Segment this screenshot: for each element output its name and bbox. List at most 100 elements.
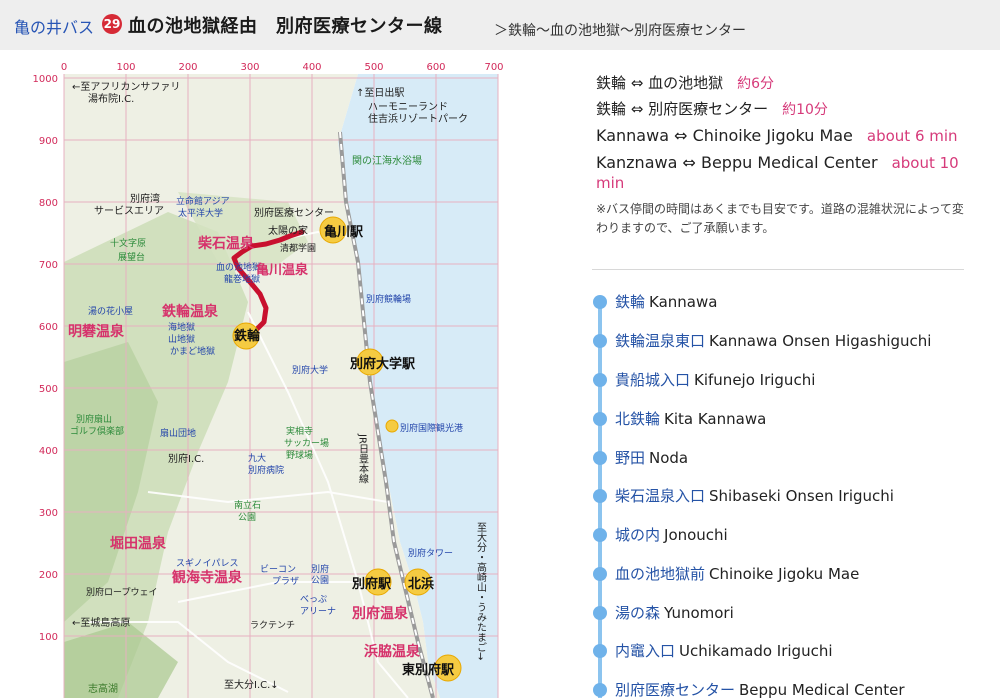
stop-name-jp[interactable]: 城の内: [615, 526, 660, 544]
stop-name-en: Beppu Medical Center: [739, 681, 905, 698]
stop-name-jp[interactable]: 北鉄輪: [615, 410, 660, 428]
map-label: 山地獄: [168, 333, 195, 345]
stop-name-en: Uchikamado Iriguchi: [679, 642, 833, 660]
stop-name-en: Noda: [649, 449, 689, 467]
map-label: 公園: [238, 512, 256, 523]
stop-name-jp[interactable]: 鉄輪: [615, 293, 645, 311]
map-label: 別府病院: [248, 464, 284, 476]
map-label: 十文字原: [110, 237, 146, 249]
bus-stop-item[interactable]: 野田 Noda: [590, 442, 980, 472]
bus-stop-item[interactable]: 柴石温泉入口 Shibaseki Onsen Iriguchi: [590, 480, 980, 510]
map-label: べっぷ: [300, 594, 327, 605]
map-label: ラクテンチ: [250, 620, 295, 631]
bus-stop-item[interactable]: 城の内 Jonouchi: [590, 519, 980, 549]
stop-dot-icon: [593, 683, 607, 697]
y-tick: 300: [39, 508, 58, 519]
travel-time-segment: 鉄輪 ⇔ 別府医療センター: [596, 100, 769, 118]
stop-name-jp[interactable]: 血の池地獄前: [615, 565, 705, 583]
route-map: 0 100 200 300 400 500 600 700 1000 900 8…: [28, 62, 508, 698]
map-label: 別府ロープウェイ: [86, 586, 157, 598]
stop-name-jp[interactable]: 貴船城入口: [615, 371, 690, 389]
map-label: 立命館アジア: [176, 195, 230, 207]
map-label: ハーモニーランド: [368, 101, 448, 113]
station-label: 鉄輪: [234, 328, 261, 344]
map-label: プラザ: [272, 576, 299, 587]
stop-name-jp[interactable]: 野田: [615, 449, 645, 467]
map-label: ゴルフ倶楽部: [70, 425, 124, 437]
onsen-label: 観海寺温泉: [172, 569, 243, 586]
port-marker: [385, 419, 399, 433]
travel-time-duration: 約10分: [782, 102, 828, 118]
map-label: 志高湖: [88, 682, 118, 695]
stop-dot-icon: [593, 644, 607, 658]
map-label: 海地獄: [168, 321, 195, 333]
map-label: 湯の花小屋: [88, 305, 133, 317]
bus-stop-item[interactable]: 血の池地獄前 Chinoike Jigoku Mae: [590, 558, 980, 588]
map-label: 南立石: [234, 499, 261, 511]
onsen-label: 明礬温泉: [68, 323, 125, 340]
x-tick: 300: [240, 62, 259, 73]
bus-stop-item[interactable]: 鉄輪 Kannawa: [590, 286, 980, 316]
map-label: 実相寺: [286, 425, 313, 437]
travel-time-segment: 鉄輪 ⇔ 血の池地獄: [596, 74, 724, 92]
map-label: ←至城島高原: [72, 616, 130, 629]
map-label: 別府扇山: [76, 413, 112, 425]
route-map-svg: 0 100 200 300 400 500 600 700 1000 900 8…: [33, 62, 504, 698]
bus-stop-item[interactable]: 北鉄輪 Kita Kannawa: [590, 403, 980, 433]
map-label: ビーコン: [260, 564, 296, 575]
y-tick: 100: [39, 632, 58, 643]
travel-time-segment: Kannawa ⇔ Chinoike Jigoku Mae: [596, 126, 853, 145]
onsen-label: 別府温泉: [351, 605, 409, 622]
map-label: 扇山団地: [160, 427, 196, 439]
y-tick: 200: [39, 570, 58, 581]
stop-name-en: Chinoike Jigoku Mae: [709, 565, 860, 583]
travel-time-note: ※バス停間の時間はあくまでも目安です。道路の混雑状況によって変わりますので、ご了…: [596, 202, 964, 235]
stop-dot-icon: [593, 606, 607, 620]
stop-name-jp[interactable]: 内竈入口: [615, 642, 675, 660]
map-label: 野球場: [286, 449, 313, 461]
page-title: 血の池地獄経由 別府医療センター線: [128, 16, 443, 37]
stop-name-jp[interactable]: 鉄輪温泉東口: [615, 332, 705, 350]
station-label: 亀川駅: [324, 224, 364, 240]
stop-name-jp[interactable]: 柴石温泉入口: [615, 487, 705, 505]
onsen-label: 柴石温泉: [197, 235, 255, 252]
map-label: 清都学園: [280, 242, 316, 254]
x-tick: 0: [61, 62, 67, 73]
stop-name-jp[interactable]: 別府医療センター: [615, 681, 735, 698]
stop-dot-icon: [593, 489, 607, 503]
x-tick: 200: [178, 62, 197, 73]
map-label: 別府国際観光港: [400, 422, 463, 434]
map-label: 至大分・高崎山・うみたまご→: [475, 522, 487, 661]
brand-link[interactable]: 亀の井バス: [14, 14, 94, 38]
onsen-label: 鉄輪温泉: [162, 303, 219, 320]
x-tick: 700: [484, 62, 503, 73]
map-label: 別府湾: [130, 192, 160, 205]
map-label: スギノイパレス: [176, 558, 238, 569]
bus-stop-item[interactable]: 湯の森 Yunomori: [590, 597, 980, 627]
map-label: 別府I.C.: [168, 452, 204, 465]
map-label: 龍巻地獄: [224, 273, 260, 285]
bus-stop-item[interactable]: 内竈入口 Uchikamado Iriguchi: [590, 635, 980, 665]
stop-dot-icon: [593, 295, 607, 309]
onsen-label: 堀田温泉: [110, 535, 167, 552]
travel-time-row: Kanznawa ⇔ Beppu Medical Center about 10 …: [596, 153, 968, 193]
station-label: 東別府駅: [402, 662, 455, 678]
station-label: 別府駅: [351, 576, 392, 592]
stop-dot-icon: [593, 528, 607, 542]
stop-dot-icon: [593, 412, 607, 426]
stop-dot-icon: [593, 373, 607, 387]
map-label: 別府医療センター: [254, 206, 334, 219]
bus-stop-item[interactable]: 別府医療センター Beppu Medical Center: [590, 674, 980, 698]
stop-name-jp[interactable]: 湯の森: [615, 604, 660, 622]
stop-name-en: Kannawa: [649, 293, 718, 311]
divider: [592, 269, 964, 270]
map-label: 血の池地獄: [216, 261, 261, 273]
stop-name-en: Kannawa Onsen Higashiguchi: [709, 332, 932, 350]
map-label: JR日豊本線: [357, 433, 369, 484]
bus-stop-item[interactable]: 貴船城入口 Kifunejo Iriguchi: [590, 364, 980, 394]
y-tick: 900: [39, 136, 58, 147]
bus-stop-item[interactable]: 鉄輪温泉東口 Kannawa Onsen Higashiguchi: [590, 325, 980, 355]
travel-time-row: 鉄輪 ⇔ 血の池地獄 約6分: [596, 74, 968, 94]
map-label: 湯布院I.C.: [88, 92, 134, 105]
x-tick: 600: [426, 62, 445, 73]
